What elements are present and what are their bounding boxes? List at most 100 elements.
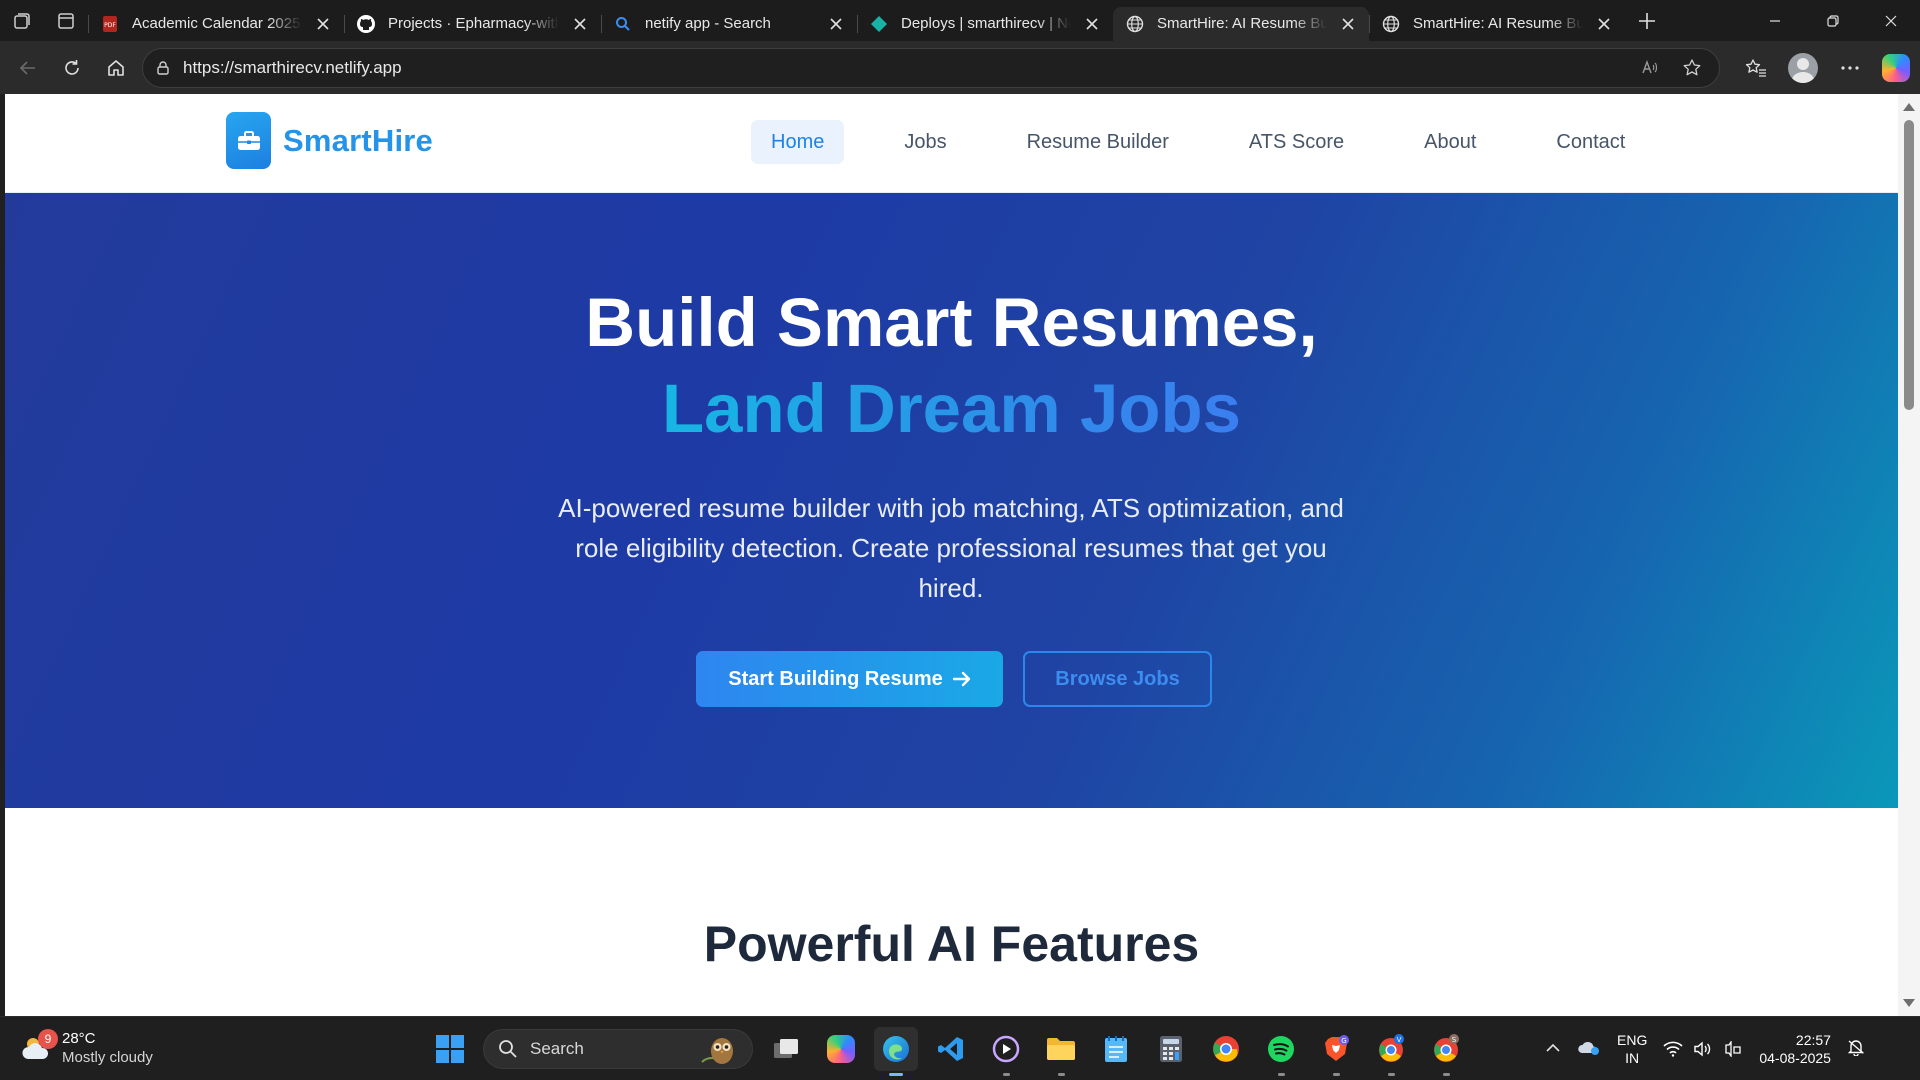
back-button[interactable] (6, 48, 50, 88)
search-icon (613, 14, 633, 34)
clock-button[interactable]: 22:57 04-08-2025 (1759, 1031, 1831, 1067)
taskbar-chrome[interactable] (1204, 1027, 1248, 1071)
close-window-button[interactable] (1862, 0, 1920, 41)
favorite-button[interactable] (1677, 53, 1707, 83)
running-indicator (1003, 1073, 1010, 1076)
vertical-tabs-button[interactable] (44, 0, 88, 41)
restore-button[interactable] (1804, 0, 1862, 41)
tab-title: Deploys | smarthirecv | Net (901, 15, 1071, 32)
read-aloud-icon (1642, 59, 1658, 73)
tab-github-projects[interactable]: Projects · Epharmacy-with- (344, 7, 601, 41)
nav-resume-builder[interactable]: Resume Builder (1007, 120, 1189, 164)
nav-home[interactable]: Home (751, 120, 845, 164)
nav-contact[interactable]: Contact (1536, 120, 1645, 164)
hero-title-line1: Build Smart Resumes, (585, 284, 1318, 361)
browser-toolbar: https://smarthirecv.netlify.app (0, 41, 1920, 94)
scroll-down-icon[interactable] (1903, 999, 1915, 1007)
main-nav: Home Jobs Resume Builder ATS Score About… (751, 120, 1685, 164)
weather-widget[interactable]: 9 28°C Mostly cloudy (20, 1029, 153, 1067)
hero-cta-group: Start Building Resume Browse Jobs (696, 651, 1212, 707)
region-code: IN (1625, 1050, 1640, 1066)
favorites-button[interactable] (1734, 48, 1778, 88)
start-button[interactable] (428, 1027, 472, 1071)
spotify-icon (1268, 1036, 1294, 1062)
notepad-icon (1105, 1036, 1127, 1062)
cloud-icon: 9 (20, 1029, 58, 1063)
nav-about[interactable]: About (1404, 120, 1496, 164)
close-icon[interactable] (1595, 15, 1613, 33)
close-icon[interactable] (314, 15, 332, 33)
page-scrollbar[interactable] (1898, 94, 1920, 1016)
minimize-button[interactable] (1746, 0, 1804, 41)
page-viewport: SmartHire Home Jobs Resume Builder ATS S… (5, 94, 1898, 1016)
profile-avatar[interactable] (1788, 52, 1818, 83)
hero-title-highlight: Land Dream Jobs (662, 370, 1241, 447)
windows-taskbar: 9 28°C Mostly cloudy Search G V S ENG IN… (0, 1016, 1920, 1080)
onedrive-button[interactable] (1577, 1038, 1601, 1061)
start-building-resume-button[interactable]: Start Building Resume (696, 651, 1003, 707)
vscode-icon (938, 1037, 963, 1061)
close-icon[interactable] (571, 15, 589, 33)
arrow-left-icon (19, 60, 35, 75)
tab-smarthire[interactable]: SmartHire: AI Resume Build (1369, 7, 1625, 41)
clock-date: 04-08-2025 (1759, 1050, 1831, 1066)
task-view-button[interactable] (764, 1027, 808, 1071)
brand-logo-link[interactable]: SmartHire (226, 112, 433, 169)
taskbar-file-explorer[interactable] (1039, 1027, 1083, 1076)
copilot-icon[interactable] (1882, 53, 1910, 82)
close-icon[interactable] (1083, 15, 1101, 33)
notification-bell-icon (1847, 1039, 1865, 1057)
calculator-icon (1160, 1036, 1182, 1062)
taskbar-chrome-profile-s[interactable]: S (1424, 1027, 1468, 1076)
arrow-right-icon (952, 671, 970, 687)
notifications-button[interactable] (1847, 1038, 1865, 1061)
tab-netlify-deploys[interactable]: Deploys | smarthirecv | Net (857, 7, 1113, 41)
home-icon (108, 59, 124, 76)
taskbar-chrome-profile-v[interactable]: V (1369, 1027, 1413, 1076)
taskbar-search[interactable]: Search (483, 1029, 753, 1069)
url-text[interactable]: https://smarthirecv.netlify.app (183, 58, 1623, 78)
tab-smarthire-active[interactable]: SmartHire: AI Resume Build (1113, 6, 1369, 41)
address-bar[interactable]: https://smarthirecv.netlify.app (142, 47, 1720, 88)
lock-icon (157, 60, 169, 75)
show-hidden-icons-button[interactable] (1545, 1040, 1561, 1058)
tab-title: SmartHire: AI Resume Build (1157, 15, 1327, 32)
browse-jobs-button[interactable]: Browse Jobs (1023, 651, 1212, 707)
tab-title: SmartHire: AI Resume Build (1413, 15, 1583, 32)
input-language-button[interactable]: ENG IN (1617, 1031, 1647, 1067)
taskbar-calculator[interactable] (1149, 1027, 1193, 1071)
star-icon (1683, 58, 1701, 75)
briefcase-icon (226, 112, 271, 169)
close-icon[interactable] (1339, 15, 1357, 33)
close-icon[interactable] (827, 15, 845, 33)
taskbar-media-player[interactable] (984, 1027, 1028, 1076)
github-icon (356, 14, 376, 34)
scroll-up-icon[interactable] (1903, 103, 1915, 111)
tab-bing-search[interactable]: netify app - Search (601, 7, 857, 41)
weather-temp: 28°C (62, 1030, 96, 1047)
refresh-button[interactable] (50, 48, 94, 88)
read-aloud-button[interactable] (1635, 53, 1665, 83)
quick-settings-button[interactable] (1663, 1041, 1743, 1057)
brand-name: SmartHire (283, 122, 433, 158)
taskbar-edge[interactable] (874, 1027, 918, 1076)
taskbar-vscode[interactable] (929, 1027, 973, 1071)
nav-ats-score[interactable]: ATS Score (1229, 120, 1364, 164)
svg-text:V: V (1397, 1036, 1402, 1044)
taskbar-brave[interactable]: G (1314, 1027, 1358, 1076)
scrollbar-thumb[interactable] (1904, 120, 1914, 410)
edge-icon (883, 1036, 909, 1062)
new-tab-button[interactable] (1625, 0, 1669, 41)
settings-more-button[interactable] (1828, 48, 1872, 88)
taskbar-search-label: Search (530, 1039, 584, 1058)
globe-icon (1125, 14, 1145, 34)
workspaces-button[interactable] (0, 0, 44, 41)
taskbar-notepad[interactable] (1094, 1027, 1138, 1071)
home-button[interactable] (94, 48, 138, 88)
favorites-icon (1745, 58, 1766, 77)
taskbar-copilot[interactable] (819, 1027, 863, 1071)
nav-jobs[interactable]: Jobs (884, 120, 966, 164)
tab-academic-calendar[interactable]: PDF Academic Calendar 2025- 2 (88, 7, 344, 41)
running-indicator (1278, 1073, 1285, 1076)
taskbar-spotify[interactable] (1259, 1027, 1303, 1076)
